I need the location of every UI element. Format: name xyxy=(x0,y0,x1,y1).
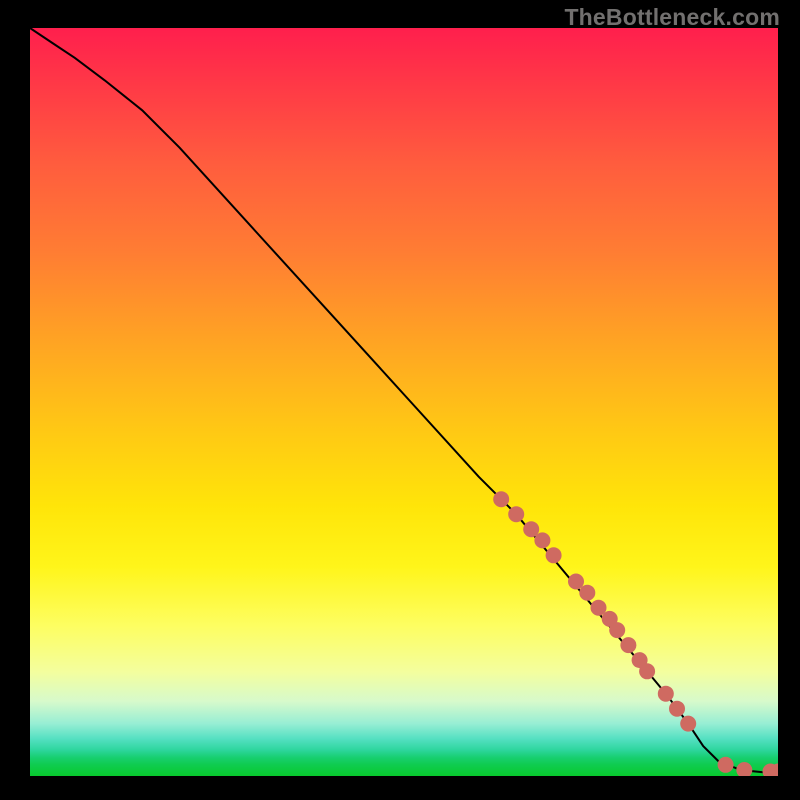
chart-frame: TheBottleneck.com xyxy=(0,0,800,800)
watermark-text: TheBottleneck.com xyxy=(564,4,780,31)
plot-area xyxy=(30,28,778,776)
